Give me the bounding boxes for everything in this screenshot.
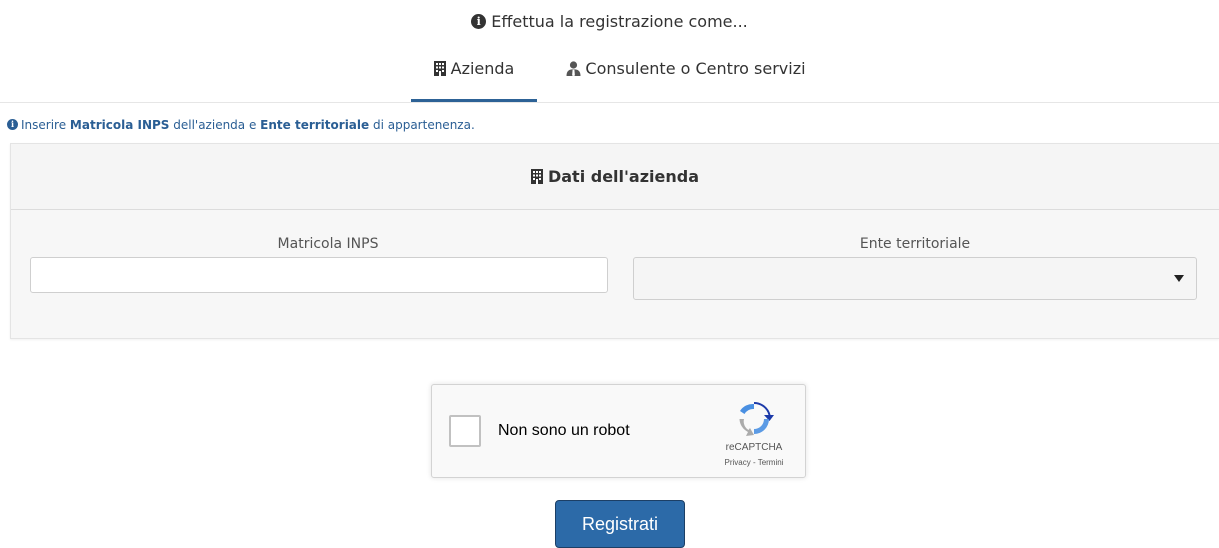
recaptcha-logo-icon [739,402,774,436]
recaptcha-privacy-terms-link[interactable]: Privacy - Termini [700,458,808,467]
recaptcha-widget: Non sono un robot reCAPTCHA Privacy - Te… [431,384,806,478]
info-hint: i Inserire Matricola INPS dell'azienda e … [7,118,475,132]
building-icon [433,60,446,76]
building-icon [530,168,543,184]
tab-azienda[interactable]: Azienda [411,52,537,102]
caret-down-icon [1174,275,1184,282]
hint-text: Inserire [21,118,70,132]
registration-heading-text: Effettua la registrazione come... [491,12,748,31]
hint-ente: Ente territoriale [260,118,370,132]
panel-title: Dati dell'azienda [11,144,1219,210]
tab-azienda-label: Azienda [450,59,515,78]
recaptcha-brand: reCAPTCHA [725,442,783,453]
hint-matricola: Matricola INPS [69,118,170,132]
recaptcha-checkbox[interactable] [449,415,481,447]
recaptcha-label: Non sono un robot [498,422,630,439]
matricola-label: Matricola INPS [277,236,379,252]
hint-text: dell'azienda e [169,118,261,132]
info-icon: i [471,13,487,29]
user-tie-icon [566,60,581,76]
tabs-divider [0,102,1219,103]
matricola-input[interactable] [30,257,608,293]
hint-text: di appartenenza. [369,118,475,132]
panel-title-text: Dati dell'azienda [547,167,700,186]
info-icon: i [7,119,18,130]
ente-select[interactable] [633,257,1197,300]
company-data-panel: Dati dell'azienda Matricola INPS Ente te… [10,143,1219,339]
tab-consulente[interactable]: Consulente o Centro servizi [556,52,816,102]
registration-type-tabs: Azienda Consulente o Centro servizi [0,52,1219,102]
ente-label: Ente territoriale [859,236,971,252]
tab-consulente-label: Consulente o Centro servizi [585,59,806,78]
registration-heading: i Effettua la registrazione come... [0,12,1219,31]
